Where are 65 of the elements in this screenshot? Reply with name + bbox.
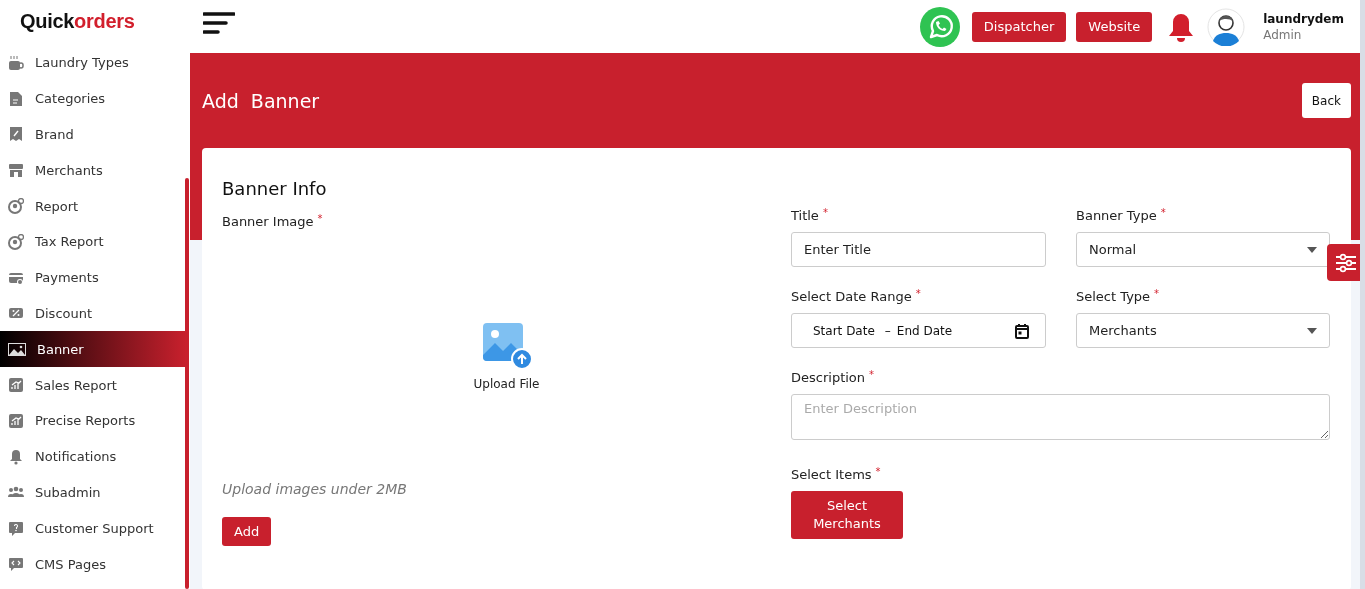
required-mark: *: [317, 214, 323, 224]
bell-icon: [8, 448, 24, 465]
sidebar-item[interactable]: Banner: [0, 331, 186, 368]
sidebar-item[interactable]: Subadmin: [0, 474, 186, 511]
sidebar-item[interactable]: Notifications: [0, 438, 186, 475]
chart-icon: [8, 412, 24, 429]
caret-icon: [1307, 327, 1317, 334]
sidebar-item[interactable]: Merchants: [0, 152, 186, 189]
required-mark: *: [875, 467, 881, 477]
whatsapp-icon: [918, 5, 961, 48]
field-label: Description: [791, 370, 866, 385]
sidebar-item[interactable]: Customer Support: [0, 510, 186, 547]
required-mark: *: [869, 370, 875, 380]
sidebar-item[interactable]: Sales Report: [0, 367, 186, 403]
sidebar-item[interactable]: Discount: [0, 295, 186, 332]
required-mark: *: [915, 289, 921, 299]
title-field[interactable]: Enter Title: [791, 232, 1046, 267]
upload-area[interactable]: Upload File: [222, 231, 791, 481]
header-button[interactable]: Dispatcher: [971, 11, 1067, 42]
dropdown[interactable]: Normal: [1076, 232, 1330, 267]
date-range-field[interactable]: Start Date – End Date: [791, 313, 1046, 348]
required-mark: *: [1154, 289, 1160, 299]
field-label: Select Date Range: [791, 289, 912, 304]
sidebar-item[interactable]: Tax Report: [0, 224, 186, 260]
sidebar-item[interactable]: Brand: [0, 116, 186, 153]
header-button[interactable]: Website: [1076, 11, 1153, 42]
section-title: Banner Info: [222, 178, 328, 199]
bell-icon: [1168, 11, 1195, 42]
add-button[interactable]: Add: [222, 517, 272, 546]
image-upload-icon: [480, 321, 533, 371]
sidebar-item[interactable]: Report: [0, 188, 186, 224]
logo: Quickorders: [19, 9, 136, 34]
caret-icon: [1307, 246, 1317, 253]
sidebar-item[interactable]: CMS Pages: [0, 546, 186, 582]
field-label: Banner Image: [222, 214, 314, 229]
select-merchants-button[interactable]: Select Merchants: [791, 491, 903, 539]
field-label: Title: [791, 208, 819, 223]
user-name: laundrydem: [1263, 11, 1344, 26]
upload-hint: Upload images under 2MB: [222, 481, 408, 497]
sidebar-item[interactable]: Laundry Types: [0, 45, 186, 81]
cup-icon: [8, 54, 24, 71]
dropdown[interactable]: Merchants: [1076, 313, 1330, 348]
back-button[interactable]: Back: [1301, 83, 1351, 118]
shop-icon: [8, 162, 24, 179]
required-mark: *: [1160, 208, 1166, 218]
page-title: Add Banner: [202, 89, 320, 112]
field-label: Select Items: [791, 467, 872, 482]
settings-icon: [1335, 252, 1357, 273]
bookmark-icon: [8, 126, 24, 143]
sidebar-item[interactable]: Precise Reports: [0, 402, 186, 439]
document-icon: [8, 90, 24, 107]
field-label: Select Type: [1076, 289, 1151, 304]
help-icon: [8, 520, 24, 537]
menu-icon: [203, 10, 235, 35]
user-role: Admin: [1263, 27, 1303, 42]
field-label: Banner Type: [1076, 208, 1157, 223]
avatar-icon: [1207, 7, 1246, 46]
calendar-icon: [1015, 322, 1029, 339]
image-icon: [8, 341, 26, 358]
chat-code-icon: [8, 556, 24, 573]
required-mark: *: [822, 208, 828, 218]
sidebar-item[interactable]: Payments: [0, 259, 186, 296]
description-field[interactable]: Enter Description: [791, 394, 1330, 440]
chart-icon: [8, 377, 24, 394]
sidebar-item[interactable]: Categories: [0, 80, 186, 117]
